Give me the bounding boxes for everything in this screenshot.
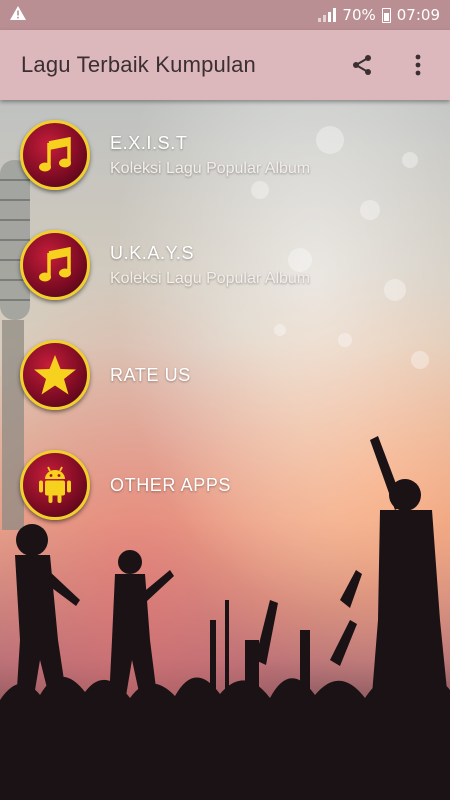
app-bar: Lagu Terbaik Kumpulan — [0, 30, 450, 100]
more-vert-icon[interactable] — [404, 51, 432, 79]
status-bar: 70% 07:09 — [0, 0, 450, 30]
menu-item-title: E.X.I.S.T — [110, 132, 188, 153]
menu-item-title: OTHER APPS — [110, 474, 232, 495]
clock: 07:09 — [396, 6, 440, 24]
menu-item-ukays[interactable]: U.K.A.Y.S Koleksi Lagu Popular Album — [0, 210, 450, 320]
menu-list: E.X.I.S.T Koleksi Lagu Popular Album U.K… — [0, 100, 450, 540]
menu-item-title: U.K.A.Y.S — [110, 242, 195, 263]
android-icon — [20, 450, 90, 520]
menu-item-other-apps[interactable]: OTHER APPS — [0, 430, 450, 540]
warning-icon — [10, 6, 26, 24]
star-icon — [20, 340, 90, 410]
music-note-icon — [20, 120, 90, 190]
menu-item-rate-us[interactable]: RATE US — [0, 320, 450, 430]
menu-item-subtitle: Koleksi Lagu Popular Album — [110, 269, 311, 287]
menu-item-title: RATE US — [110, 364, 191, 385]
battery-percent: 70% — [342, 6, 376, 24]
battery-icon — [381, 7, 391, 23]
share-icon[interactable] — [348, 51, 376, 79]
signal-icon — [318, 8, 337, 22]
menu-item-subtitle: Koleksi Lagu Popular Album — [110, 159, 311, 177]
app-title: Lagu Terbaik Kumpulan — [21, 52, 256, 77]
music-note-icon — [20, 230, 90, 300]
menu-item-exist[interactable]: E.X.I.S.T Koleksi Lagu Popular Album — [0, 100, 450, 210]
